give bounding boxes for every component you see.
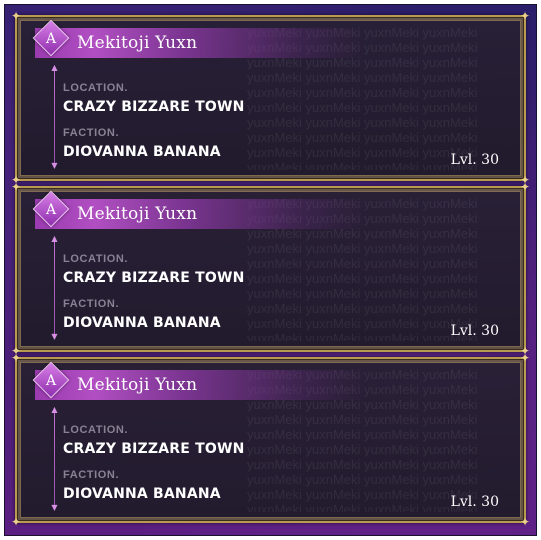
character-card[interactable]: ✦ ✦ ✦ ✦ yuxnMeki yuxnMeki yuxnMeki yuxnM… — [11, 181, 530, 357]
faction-label: FACTION. — [63, 469, 120, 481]
location-value: CRAZY BIZZARE TOWN — [63, 441, 245, 457]
arrow-marker-icon: ▲ — [51, 234, 58, 243]
corner-ornament-icon: ✦ — [520, 515, 531, 529]
divider-line — [54, 240, 55, 336]
character-card[interactable]: ✦ ✦ ✦ ✦ yuxnMeki yuxnMeki yuxnMeki yuxnM… — [11, 352, 530, 528]
corner-ornament-icon: ✦ — [11, 351, 22, 365]
arrow-marker-icon: ▼ — [51, 332, 58, 341]
character-name: Mekitoji Yuxn — [77, 204, 198, 224]
faction-value: DIOVANNA BANANA — [63, 486, 221, 502]
character-list-panel: ✦ ✦ ✦ ✦ yuxnMeki yuxnMeki yuxnMeki yuxnM… — [4, 4, 537, 536]
corner-ornament-icon: ✦ — [11, 9, 22, 23]
character-card[interactable]: ✦ ✦ ✦ ✦ yuxnMeki yuxnMeki yuxnMeki yuxnM… — [11, 10, 530, 186]
arrow-marker-icon: ▼ — [51, 503, 58, 512]
arrow-marker-icon: ▲ — [51, 405, 58, 414]
location-label: LOCATION. — [63, 82, 129, 94]
rank-letter: A — [45, 373, 57, 389]
rank-letter: A — [45, 202, 57, 218]
arrow-marker-icon: ▼ — [51, 161, 58, 170]
corner-ornament-icon: ✦ — [520, 9, 531, 23]
level-text: Lvl. 30 — [450, 494, 499, 510]
rank-letter: A — [45, 31, 57, 47]
location-value: CRAZY BIZZARE TOWN — [63, 99, 245, 115]
divider-line — [54, 69, 55, 165]
character-name: Mekitoji Yuxn — [77, 33, 198, 53]
location-value: CRAZY BIZZARE TOWN — [63, 270, 245, 286]
level-text: Lvl. 30 — [450, 323, 499, 339]
corner-ornament-icon: ✦ — [11, 180, 22, 194]
corner-ornament-icon: ✦ — [520, 180, 531, 194]
faction-value: DIOVANNA BANANA — [63, 315, 221, 331]
level-text: Lvl. 30 — [450, 152, 499, 168]
faction-label: FACTION. — [63, 298, 120, 310]
location-label: LOCATION. — [63, 253, 129, 265]
divider-line — [54, 411, 55, 507]
corner-ornament-icon: ✦ — [520, 351, 531, 365]
location-label: LOCATION. — [63, 424, 129, 436]
character-name: Mekitoji Yuxn — [77, 375, 198, 395]
corner-ornament-icon: ✦ — [11, 515, 22, 529]
faction-value: DIOVANNA BANANA — [63, 144, 221, 160]
faction-label: FACTION. — [63, 127, 120, 139]
arrow-marker-icon: ▲ — [51, 63, 58, 72]
